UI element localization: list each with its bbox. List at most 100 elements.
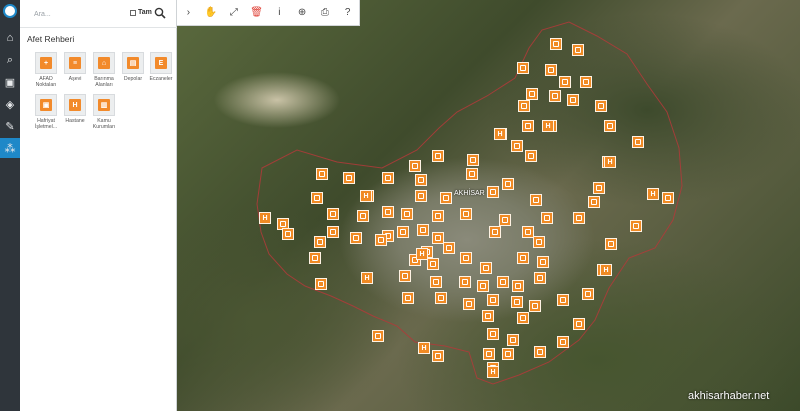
category-tile[interactable]: ▤ bbox=[122, 52, 144, 74]
poi-marker-icon[interactable] bbox=[588, 196, 600, 208]
poi-marker-icon[interactable] bbox=[517, 252, 529, 264]
poi-marker-icon[interactable] bbox=[311, 192, 323, 204]
poi-marker-icon[interactable] bbox=[517, 312, 529, 324]
category-tile[interactable]: E bbox=[150, 52, 172, 74]
poi-marker-icon[interactable] bbox=[502, 348, 514, 360]
poi-marker-icon[interactable] bbox=[427, 258, 439, 270]
poi-marker-icon[interactable] bbox=[440, 192, 452, 204]
poi-marker-icon[interactable] bbox=[350, 232, 362, 244]
category-item[interactable]: ▥ Kamu Kurumları bbox=[92, 94, 116, 130]
poi-marker-icon[interactable] bbox=[435, 292, 447, 304]
category-item[interactable]: ▤ Depolar bbox=[121, 52, 145, 82]
hospital-marker-icon[interactable]: H bbox=[604, 156, 616, 168]
hospital-marker-icon[interactable]: H bbox=[647, 188, 659, 200]
poi-marker-icon[interactable] bbox=[402, 292, 414, 304]
pan-hand-icon[interactable]: ✋ bbox=[200, 0, 223, 26]
category-item[interactable]: ≡ Aşevi bbox=[63, 52, 87, 82]
search-rail-icon[interactable]: ⌕ bbox=[0, 50, 20, 70]
category-tile[interactable]: ▥ bbox=[93, 94, 115, 116]
trash-icon[interactable]: 🗑 bbox=[245, 0, 268, 26]
category-item[interactable]: + AFAD Noktaları bbox=[34, 52, 58, 88]
poi-marker-icon[interactable] bbox=[480, 262, 492, 274]
poi-marker-icon[interactable] bbox=[357, 210, 369, 222]
poi-marker-icon[interactable] bbox=[604, 120, 616, 132]
print-icon[interactable]: ⎙ bbox=[314, 0, 337, 26]
hospital-marker-icon[interactable]: H bbox=[418, 342, 430, 354]
poi-marker-icon[interactable] bbox=[511, 140, 523, 152]
poi-marker-icon[interactable] bbox=[314, 236, 326, 248]
poi-marker-icon[interactable] bbox=[327, 226, 339, 238]
poi-marker-icon[interactable] bbox=[315, 278, 327, 290]
hospital-marker-icon[interactable]: H bbox=[494, 128, 506, 140]
poi-marker-icon[interactable] bbox=[487, 186, 499, 198]
poi-marker-icon[interactable] bbox=[662, 192, 674, 204]
tam-checkbox-wrap[interactable]: Tam bbox=[130, 9, 152, 16]
poi-marker-icon[interactable] bbox=[573, 212, 585, 224]
poi-marker-icon[interactable] bbox=[533, 236, 545, 248]
poi-marker-icon[interactable] bbox=[343, 172, 355, 184]
poi-marker-icon[interactable] bbox=[605, 238, 617, 250]
poi-marker-icon[interactable] bbox=[595, 100, 607, 112]
poi-marker-icon[interactable] bbox=[572, 44, 584, 56]
poi-marker-icon[interactable] bbox=[517, 62, 529, 74]
poi-marker-icon[interactable] bbox=[487, 328, 499, 340]
poi-marker-icon[interactable] bbox=[459, 276, 471, 288]
tam-checkbox[interactable] bbox=[130, 9, 136, 16]
category-item[interactable]: ⌂ Barınma Alanları bbox=[92, 52, 116, 88]
poi-marker-icon[interactable] bbox=[537, 256, 549, 268]
hospital-marker-icon[interactable]: H bbox=[542, 120, 554, 132]
poi-marker-icon[interactable] bbox=[397, 226, 409, 238]
category-item[interactable]: E Eczaneler bbox=[149, 52, 173, 82]
poi-marker-icon[interactable] bbox=[632, 136, 644, 148]
poi-marker-icon[interactable] bbox=[432, 210, 444, 222]
zoom-extent-icon[interactable]: ⤢ bbox=[223, 0, 246, 26]
poi-marker-icon[interactable] bbox=[573, 318, 585, 330]
hospital-marker-icon[interactable]: H bbox=[361, 272, 373, 284]
poi-marker-icon[interactable] bbox=[545, 64, 557, 76]
category-tile[interactable]: ≡ bbox=[64, 52, 86, 74]
poi-marker-icon[interactable] bbox=[526, 88, 538, 100]
category-tile[interactable]: + bbox=[35, 52, 57, 74]
map-view[interactable]: H H H H H H H H H H H bbox=[177, 0, 800, 411]
poi-marker-icon[interactable] bbox=[559, 76, 571, 88]
category-item[interactable]: ▣ Hafriyat İşletmel... bbox=[34, 94, 58, 130]
poi-marker-icon[interactable] bbox=[417, 224, 429, 236]
poi-marker-icon[interactable] bbox=[460, 252, 472, 264]
hospital-marker-icon[interactable]: H bbox=[487, 366, 499, 378]
poi-marker-icon[interactable] bbox=[443, 242, 455, 254]
category-tile[interactable]: ▣ bbox=[35, 94, 57, 116]
poi-marker-icon[interactable] bbox=[582, 288, 594, 300]
hospital-marker-icon[interactable]: H bbox=[416, 248, 428, 260]
help-icon[interactable]: ? bbox=[336, 0, 359, 26]
poi-marker-icon[interactable] bbox=[512, 280, 524, 292]
poi-marker-icon[interactable] bbox=[541, 212, 553, 224]
category-tile[interactable]: ⌂ bbox=[93, 52, 115, 74]
poi-marker-icon[interactable] bbox=[530, 194, 542, 206]
poi-marker-icon[interactable] bbox=[534, 346, 546, 358]
poi-marker-icon[interactable] bbox=[482, 310, 494, 322]
poi-marker-icon[interactable] bbox=[430, 276, 442, 288]
hospital-marker-icon[interactable]: H bbox=[600, 264, 612, 276]
poi-marker-icon[interactable] bbox=[593, 182, 605, 194]
poi-marker-icon[interactable] bbox=[467, 154, 479, 166]
poi-marker-icon[interactable] bbox=[557, 336, 569, 348]
poi-marker-icon[interactable] bbox=[483, 348, 495, 360]
poi-marker-icon[interactable] bbox=[550, 38, 562, 50]
category-item[interactable]: H Hastane bbox=[63, 94, 87, 124]
poi-marker-icon[interactable] bbox=[282, 228, 294, 240]
layers-icon[interactable]: ◈ bbox=[0, 94, 20, 114]
poi-marker-icon[interactable] bbox=[309, 252, 321, 264]
poi-marker-icon[interactable] bbox=[401, 208, 413, 220]
poi-marker-icon[interactable] bbox=[549, 90, 561, 102]
hospital-marker-icon[interactable]: H bbox=[259, 212, 271, 224]
poi-marker-icon[interactable] bbox=[557, 294, 569, 306]
poi-marker-icon[interactable] bbox=[630, 220, 642, 232]
poi-marker-icon[interactable] bbox=[460, 208, 472, 220]
poi-marker-icon[interactable] bbox=[382, 206, 394, 218]
poi-marker-icon[interactable] bbox=[529, 300, 541, 312]
locate-icon[interactable]: ⊕ bbox=[291, 0, 314, 26]
poi-marker-icon[interactable] bbox=[567, 94, 579, 106]
disaster-guide-icon[interactable]: ⁂ bbox=[0, 138, 20, 158]
poi-marker-icon[interactable] bbox=[375, 234, 387, 246]
poi-marker-icon[interactable] bbox=[463, 298, 475, 310]
